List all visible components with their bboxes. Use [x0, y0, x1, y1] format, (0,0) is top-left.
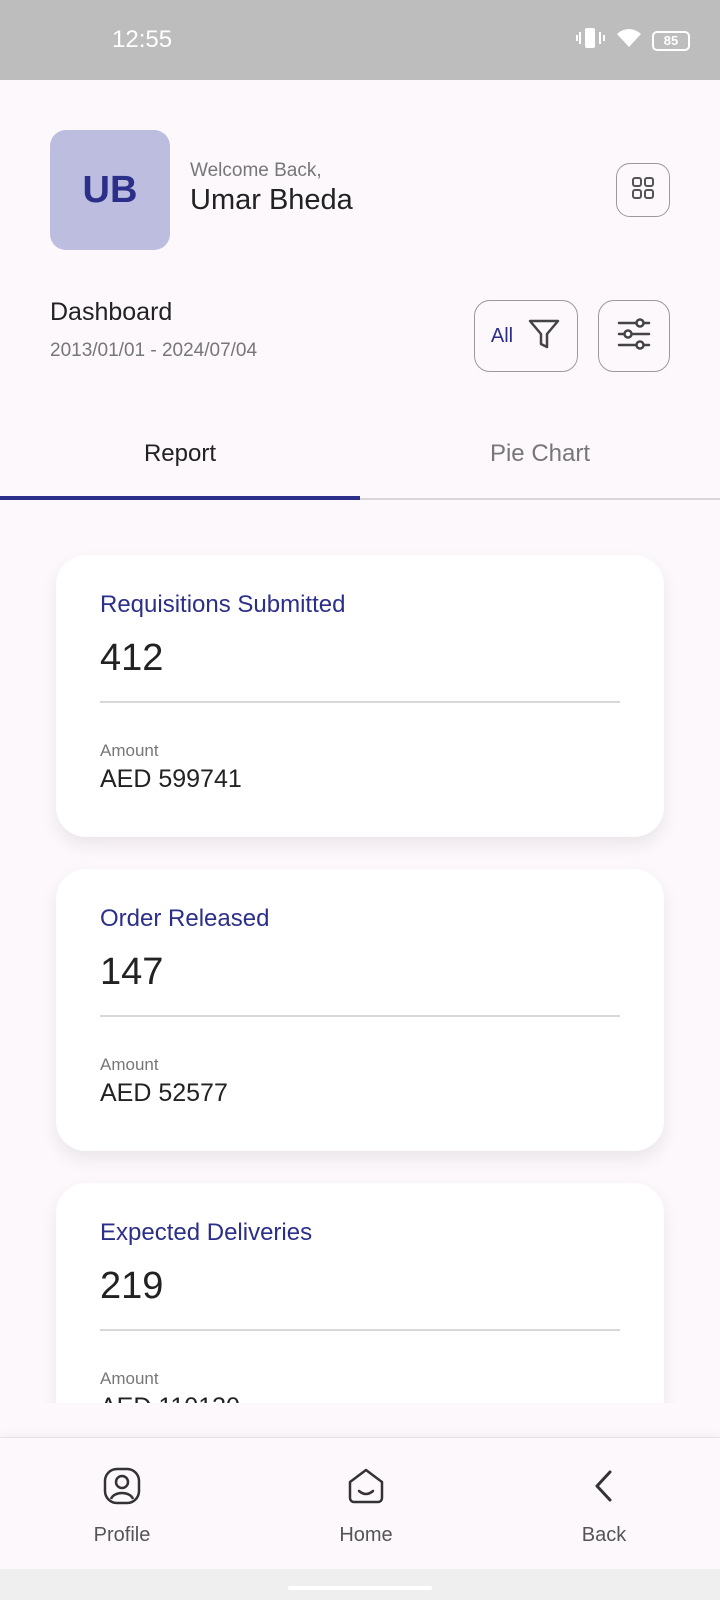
card-title: Order Released: [100, 905, 270, 932]
stat-card-orders[interactable]: Order Released 147 Amount AED 52577: [56, 869, 664, 1151]
card-count: 147: [100, 951, 164, 993]
amount-label: Amount: [100, 1055, 159, 1074]
status-bar: 12:55 85: [0, 0, 720, 80]
filter-button[interactable]: All: [474, 300, 578, 372]
apps-menu-button[interactable]: [616, 163, 670, 217]
home-icon: [346, 1466, 386, 1506]
divider: [100, 1329, 620, 1331]
stat-card-deliveries[interactable]: Expected Deliveries 219 Amount AED 11013…: [56, 1183, 664, 1403]
welcome-text: Welcome Back,: [190, 160, 322, 181]
amount-value: AED 110130: [100, 1393, 240, 1403]
bottom-nav: Profile Home Back: [0, 1437, 720, 1569]
grid-icon: [631, 176, 655, 205]
status-time: 12:55: [112, 26, 173, 53]
home-indicator[interactable]: [288, 1586, 432, 1590]
vibrate-icon: [576, 26, 606, 55]
card-title: Expected Deliveries: [100, 1219, 313, 1246]
stat-card-requisitions[interactable]: Requisitions Submitted 412 Amount AED 59…: [56, 555, 664, 837]
amount-label: Amount: [100, 741, 159, 760]
settings-button[interactable]: [598, 300, 670, 372]
header: UB Welcome Back, Umar Bheda Dashboard 20…: [0, 80, 720, 500]
nav-label: Back: [581, 1524, 627, 1546]
nav-profile[interactable]: Profile: [42, 1438, 202, 1570]
status-icons: 85: [576, 26, 690, 55]
amount-value: AED 599741: [100, 765, 242, 793]
nav-back[interactable]: Back: [524, 1438, 684, 1570]
divider: [100, 701, 620, 703]
amount-value: AED 52577: [100, 1079, 228, 1107]
back-chevron-icon: [584, 1466, 624, 1506]
page-title: Dashboard: [50, 298, 173, 326]
card-count: 412: [100, 637, 164, 679]
avatar[interactable]: UB: [50, 130, 170, 250]
profile-icon: [102, 1466, 142, 1506]
nav-label: Profile: [93, 1524, 151, 1546]
battery-icon: 85: [652, 30, 690, 51]
filter-label: All: [490, 324, 514, 347]
card-title: Requisitions Submitted: [100, 591, 346, 618]
nav-home[interactable]: Home: [286, 1438, 446, 1570]
nav-label: Home: [339, 1524, 393, 1546]
wifi-icon: [616, 27, 642, 54]
card-count: 219: [100, 1265, 164, 1307]
username: Umar Bheda: [190, 184, 353, 216]
funnel-icon: [527, 317, 561, 356]
tab-report[interactable]: Report: [0, 410, 360, 500]
tab-pie-chart[interactable]: Pie Chart: [360, 410, 720, 498]
report-list[interactable]: Requisitions Submitted 412 Amount AED 59…: [0, 500, 720, 1403]
date-range: 2013/01/01 - 2024/07/04: [50, 340, 258, 361]
sliders-icon: [616, 316, 652, 357]
tab-bar: Report Pie Chart: [0, 410, 720, 500]
divider: [100, 1015, 620, 1017]
gesture-bar: [0, 1569, 720, 1600]
amount-label: Amount: [100, 1369, 159, 1388]
